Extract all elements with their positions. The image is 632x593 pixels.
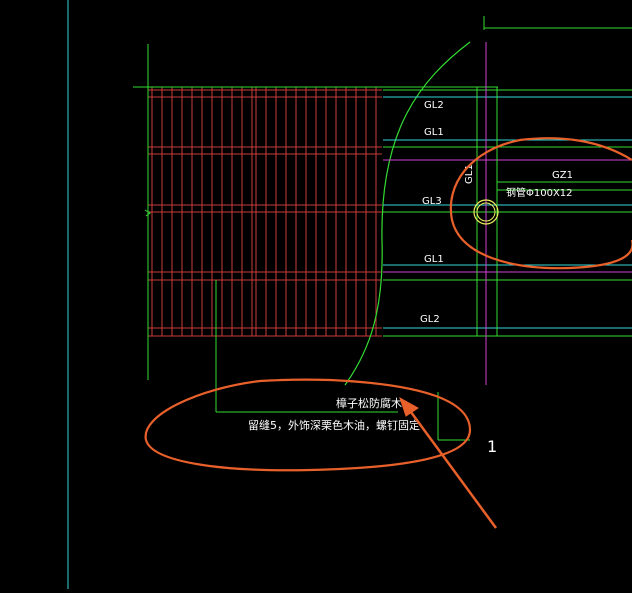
beam-gl3-lines xyxy=(383,204,632,213)
cad-drawing: GL2 GL1 GZ1 GL3 GL1 GL2 GL1 钢管Φ100X12 樟子… xyxy=(67,0,632,589)
label-gl3: GL3 xyxy=(422,196,442,207)
label-gl2-top: GL2 xyxy=(424,100,444,111)
top-dimension-line xyxy=(483,16,632,30)
note-finish: 留缝5，外饰深栗色木油，螺钉固定 xyxy=(248,418,420,432)
note-material: 樟子松防腐木 xyxy=(336,396,402,410)
label-gl1-vertical: GL1 xyxy=(464,164,475,184)
beam-gl2-bottom-lines xyxy=(383,327,632,337)
label-gl2-bottom: GL2 xyxy=(420,314,440,325)
beam-gl1-lower-lines xyxy=(383,264,632,281)
label-gl1-upper: GL1 xyxy=(424,127,444,138)
vertical-beam-gl1 xyxy=(476,42,498,385)
label-gl1-lower: GL1 xyxy=(424,254,444,265)
deck-board-grid xyxy=(148,87,382,337)
note-leader-lines xyxy=(215,280,398,413)
label-gz1: GZ1 xyxy=(552,170,573,181)
annotation-arrow xyxy=(399,396,498,529)
steel-pipe-label: 钢管Φ100X12 xyxy=(506,186,573,199)
section-mark: 1 xyxy=(487,437,497,456)
cad-drawing-canvas: GL2 GL1 GZ1 GL3 GL1 GL2 GL1 钢管Φ100X12 樟子… xyxy=(0,0,632,589)
